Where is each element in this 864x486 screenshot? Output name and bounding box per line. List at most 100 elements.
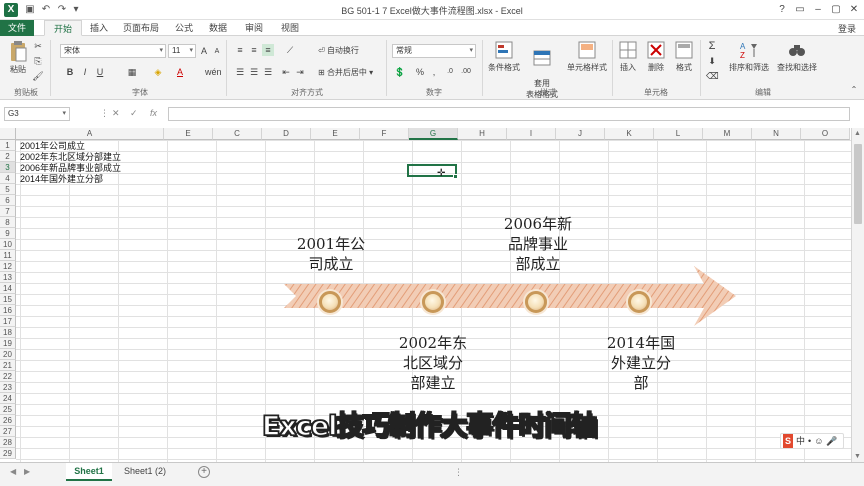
- cell-a4[interactable]: 2014年国外建立分部: [20, 174, 103, 185]
- percent-button[interactable]: %: [414, 66, 426, 78]
- column-header[interactable]: I: [507, 128, 556, 140]
- font-size-select[interactable]: 11 ▾: [168, 44, 196, 58]
- tab-home[interactable]: 开始: [44, 20, 82, 36]
- row-header[interactable]: 19: [0, 338, 16, 349]
- font-color-icon[interactable]: A: [174, 66, 186, 78]
- row-header[interactable]: 26: [0, 415, 16, 426]
- copy-icon[interactable]: ⎘: [32, 55, 44, 67]
- row-header[interactable]: 16: [0, 305, 16, 316]
- column-header[interactable]: M: [703, 128, 752, 140]
- add-sheet-icon[interactable]: +: [198, 466, 210, 478]
- wrap-text-button[interactable]: ⏎ 自动换行: [318, 45, 359, 56]
- currency-icon[interactable]: 💲: [394, 66, 406, 78]
- row-header[interactable]: 14: [0, 283, 16, 294]
- row-header[interactable]: 15: [0, 294, 16, 305]
- cell-a3[interactable]: 2006年新品牌事业部成立: [20, 163, 121, 174]
- sheet-prev-icon[interactable]: ◀: [10, 467, 16, 476]
- timeline-arrow[interactable]: [284, 266, 736, 326]
- increase-decimal-icon[interactable]: .0: [444, 66, 456, 78]
- vertical-scrollbar[interactable]: ▲ ▼: [851, 128, 864, 462]
- orientation-icon[interactable]: ⟋: [284, 44, 296, 56]
- sheet-tab-sheet1-2[interactable]: Sheet1 (2): [116, 463, 174, 481]
- column-header[interactable]: F: [360, 128, 409, 140]
- ime-microphone-icon[interactable]: 🎤: [826, 434, 837, 448]
- comma-button[interactable]: ,: [428, 66, 440, 78]
- tab-data[interactable]: 数据: [204, 20, 232, 36]
- row-header[interactable]: 22: [0, 371, 16, 382]
- milestone-label-2006[interactable]: 2006年新 品牌事业 部成立: [499, 214, 577, 274]
- decrease-indent-icon[interactable]: ⇤: [280, 66, 292, 78]
- fill-color-icon[interactable]: ◈: [152, 66, 164, 78]
- cut-icon[interactable]: ✂: [32, 40, 44, 52]
- ime-emoji-icon[interactable]: ☺: [814, 434, 823, 448]
- row-header[interactable]: 18: [0, 327, 16, 338]
- row-header[interactable]: 9: [0, 228, 16, 239]
- bold-button[interactable]: B: [64, 66, 76, 78]
- increase-font-icon[interactable]: A: [198, 45, 210, 57]
- signin-link[interactable]: 登录: [838, 22, 856, 35]
- milestone-circle-3[interactable]: [525, 291, 547, 313]
- column-header[interactable]: D: [262, 128, 311, 140]
- minimize-icon[interactable]: –: [810, 3, 826, 17]
- select-all-corner[interactable]: [0, 128, 16, 140]
- conditional-format-button[interactable]: 条件格式: [486, 40, 522, 73]
- insert-function-icon[interactable]: fx: [150, 108, 157, 118]
- milestone-circle-1[interactable]: [319, 291, 341, 313]
- tab-formulas[interactable]: 公式: [170, 20, 198, 36]
- ime-punctuation-icon[interactable]: •: [808, 434, 811, 448]
- help-icon[interactable]: ?: [774, 3, 790, 17]
- decrease-decimal-icon[interactable]: .00: [460, 66, 472, 78]
- cell-a2[interactable]: 2002年东北区域分部建立: [20, 152, 121, 163]
- column-header[interactable]: K: [605, 128, 654, 140]
- row-header[interactable]: 2: [0, 151, 16, 162]
- merge-center-button[interactable]: ⊞ 合并后居中 ▾: [318, 67, 373, 78]
- decrease-font-icon[interactable]: A: [211, 46, 223, 58]
- column-header[interactable]: C: [213, 128, 262, 140]
- paste-button[interactable]: 粘贴: [6, 40, 30, 75]
- align-top-icon[interactable]: ≡: [234, 44, 246, 56]
- row-header[interactable]: 10: [0, 239, 16, 250]
- column-header[interactable]: E: [164, 128, 213, 140]
- insert-cells-button[interactable]: 插入: [616, 40, 640, 73]
- selected-cell-g3[interactable]: [407, 164, 457, 177]
- ribbon-options-icon[interactable]: ▭: [792, 3, 808, 17]
- sheet-next-icon[interactable]: ▶: [24, 467, 30, 476]
- formula-input[interactable]: [168, 107, 850, 121]
- phonetic-icon[interactable]: wén: [205, 66, 222, 78]
- maximize-icon[interactable]: ▢: [828, 3, 844, 17]
- sheet-tab-sheet1[interactable]: Sheet1: [66, 463, 112, 481]
- fill-icon[interactable]: ⬇: [706, 55, 718, 67]
- format-cells-button[interactable]: 格式: [672, 40, 696, 73]
- row-header[interactable]: 5: [0, 184, 16, 195]
- milestone-label-2001[interactable]: 2001年公 司成立: [292, 234, 370, 274]
- row-header[interactable]: 3: [0, 162, 16, 173]
- scroll-up-icon[interactable]: ▲: [854, 130, 861, 137]
- ime-toolbar[interactable]: S 中 • ☺ 🎤: [780, 433, 844, 449]
- row-header[interactable]: 7: [0, 206, 16, 217]
- align-middle-icon[interactable]: ≡: [248, 44, 260, 56]
- cell-a1[interactable]: 2001年公司成立: [20, 141, 85, 152]
- column-header[interactable]: A: [16, 128, 164, 140]
- row-header[interactable]: 25: [0, 404, 16, 415]
- row-header[interactable]: 24: [0, 393, 16, 404]
- fill-handle[interactable]: [453, 174, 458, 179]
- milestone-circle-2[interactable]: [422, 291, 444, 313]
- scroll-thumb[interactable]: [854, 144, 862, 224]
- align-right-icon[interactable]: ☰: [262, 66, 274, 78]
- align-bottom-icon[interactable]: ≡: [262, 44, 274, 56]
- row-header[interactable]: 11: [0, 250, 16, 261]
- column-header[interactable]: H: [458, 128, 507, 140]
- row-header[interactable]: 29: [0, 448, 16, 459]
- cell-style-button[interactable]: 单元格样式: [564, 40, 610, 73]
- tab-page-layout[interactable]: 页面布局: [118, 20, 164, 36]
- row-header[interactable]: 23: [0, 382, 16, 393]
- column-header[interactable]: G: [409, 128, 458, 140]
- name-box[interactable]: G3 ▾: [4, 107, 70, 121]
- row-header[interactable]: 13: [0, 272, 16, 283]
- delete-cells-button[interactable]: 删除: [644, 40, 668, 73]
- number-format-select[interactable]: 常规 ▾: [392, 44, 476, 58]
- tab-review[interactable]: 审阅: [240, 20, 268, 36]
- row-header[interactable]: 20: [0, 349, 16, 360]
- row-header[interactable]: 27: [0, 426, 16, 437]
- clear-icon[interactable]: ⌫: [706, 70, 719, 82]
